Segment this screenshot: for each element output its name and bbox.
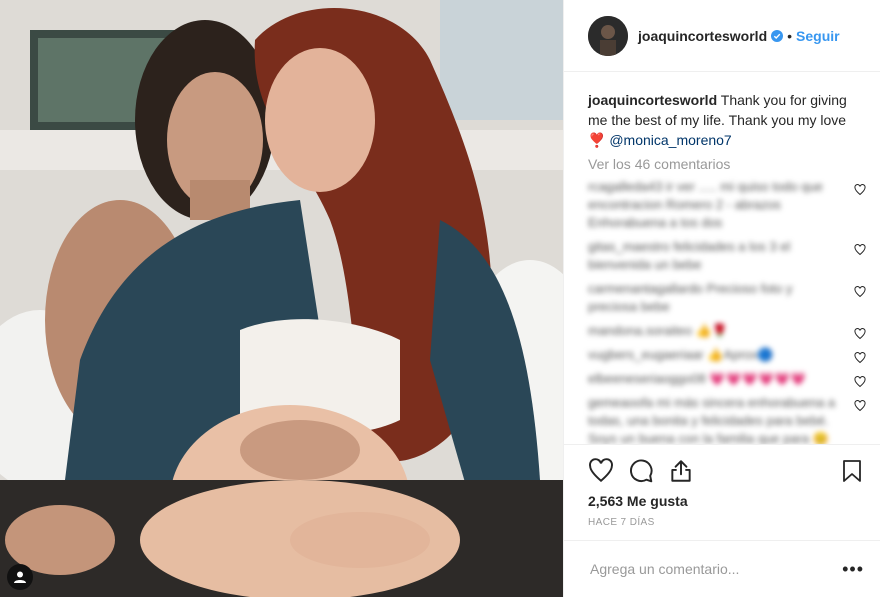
action-icons-row (588, 451, 864, 491)
comment-like-heart-icon[interactable] (854, 376, 866, 388)
comment-item: vugbers_eugaeriaar 👍Aprox🔵 (588, 346, 866, 364)
comment-like-heart-icon[interactable] (854, 286, 866, 298)
comment-like-heart-icon[interactable] (854, 400, 866, 412)
bookmark-icon[interactable] (840, 458, 864, 484)
view-all-comments-link[interactable]: Ver los 46 comentarios (588, 156, 866, 172)
comment-item: rcagalleda43 ir ver ..... mi quiso todo … (588, 178, 866, 232)
post-sidebar: joaquincortesworld • Seguir joaquincorte… (563, 0, 880, 597)
comment-text: mandona.soraiteo 👍🌹 (588, 323, 729, 338)
comment-text: rcagalleda43 ir ver ..... mi quiso todo … (588, 179, 823, 230)
post-header: joaquincortesworld • Seguir (564, 0, 880, 72)
couple-photo-illustration (0, 0, 563, 597)
comment-like-heart-icon[interactable] (854, 244, 866, 256)
comment-item: gitas_maestro felicidades a los 3 el bie… (588, 238, 866, 274)
comment-icon[interactable] (628, 458, 654, 484)
header-separator: • (787, 27, 793, 44)
comment-item: gemeaoofa mi más sincera enhorabuena a t… (588, 394, 866, 444)
comments-section: joaquincortesworld Thank you for giving … (564, 72, 880, 444)
comment-like-heart-icon[interactable] (854, 328, 866, 340)
instagram-post: joaquincortesworld • Seguir joaquincorte… (0, 0, 880, 597)
post-actions: 2,563 Me gusta HACE 7 DÍAS (564, 444, 880, 540)
user-tag-icon[interactable] (7, 564, 33, 590)
comment-text: gitas_maestro felicidades a los 3 el bie… (588, 239, 791, 272)
post-photo[interactable] (0, 0, 563, 597)
caption-username[interactable]: joaquincortesworld (588, 92, 717, 108)
avatar[interactable] (588, 15, 628, 56)
verified-badge-icon (771, 29, 784, 42)
comment-item: carmenantagallardo Precioso foto y preci… (588, 280, 866, 316)
comment-item: elbeeneseriaoggo08 💗💗💗💗💗💗 (588, 370, 866, 388)
add-comment-bar: ••• (564, 540, 880, 597)
follow-button[interactable]: Seguir (796, 28, 840, 44)
comment-like-heart-icon[interactable] (854, 352, 866, 364)
post-date: HACE 7 DÍAS (588, 517, 655, 528)
caption-heart-emoji: ❣️ (588, 132, 606, 148)
comment-text: gemeaoofa mi más sincera enhorabuena a t… (588, 395, 836, 444)
more-options-icon[interactable]: ••• (842, 559, 864, 580)
comment-text: carmenantagallardo Precioso foto y preci… (588, 281, 793, 314)
heart-icon[interactable] (588, 458, 614, 484)
comment-item: mandona.soraiteo 👍🌹 (588, 322, 866, 340)
post-caption: joaquincortesworld Thank you for giving … (588, 90, 866, 150)
caption-mention[interactable]: @monica_moreno7 (609, 132, 731, 148)
header-username[interactable]: joaquincortesworld (638, 28, 767, 44)
share-icon[interactable] (668, 458, 694, 484)
likes-count[interactable]: 2,563 Me gusta (588, 493, 864, 509)
comment-text: vugbers_eugaeriaar 👍Aprox🔵 (588, 347, 774, 362)
comment-input[interactable] (588, 560, 843, 578)
comment-like-heart-icon[interactable] (854, 184, 866, 196)
comment-text: elbeeneseriaoggo08 💗💗💗💗💗💗 (588, 371, 807, 386)
